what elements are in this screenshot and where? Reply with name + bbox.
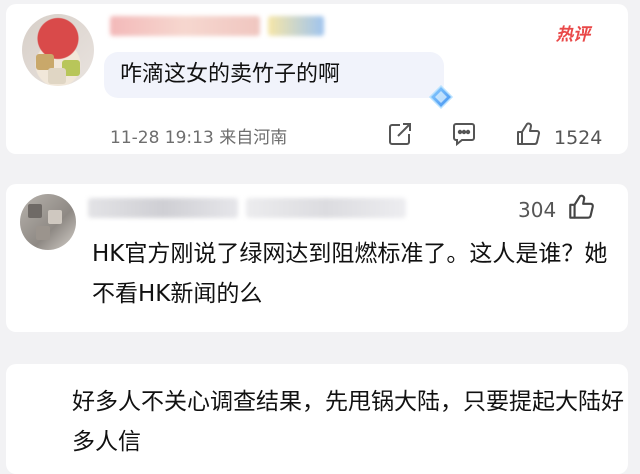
comment-text: HK官方刚说了绿网达到阻燃标准了。这人是谁？她不看HK新闻的么 [92, 241, 608, 307]
user-meta-blurred [246, 198, 406, 218]
like-count: 304 [518, 198, 557, 222]
avatar[interactable] [20, 194, 76, 250]
comment-text: 好多人不关心调查结果，先甩锅大陆，只要提起大陆好多人信 [72, 389, 624, 455]
user-badge-blurred [268, 16, 324, 36]
share-icon[interactable] [386, 120, 414, 148]
comment-icon[interactable] [450, 120, 478, 148]
hot-comment-badge: 热评 [556, 25, 590, 45]
diamond-icon [428, 84, 454, 110]
username-blurred[interactable] [110, 16, 260, 36]
comment-card-1: 热评 咋滴这女的卖竹子的啊 11-28 19:13 来自河南 1524 [6, 4, 628, 154]
like-icon[interactable] [514, 120, 542, 148]
username-blurred[interactable] [88, 198, 238, 218]
like-count: 1524 [554, 127, 603, 149]
comment-card-2: 304 HK官方刚说了绿网达到阻燃标准了。这人是谁？她不看HK新闻的么 [6, 184, 628, 332]
like-icon[interactable] [566, 192, 596, 222]
avatar[interactable] [22, 14, 94, 86]
comment-text: 咋滴这女的卖竹子的啊 [120, 62, 341, 87]
comment-meta: 11-28 19:13 来自河南 [110, 128, 288, 148]
comment-card-3: 好多人不关心调查结果，先甩锅大陆，只要提起大陆好多人信 [6, 364, 628, 474]
